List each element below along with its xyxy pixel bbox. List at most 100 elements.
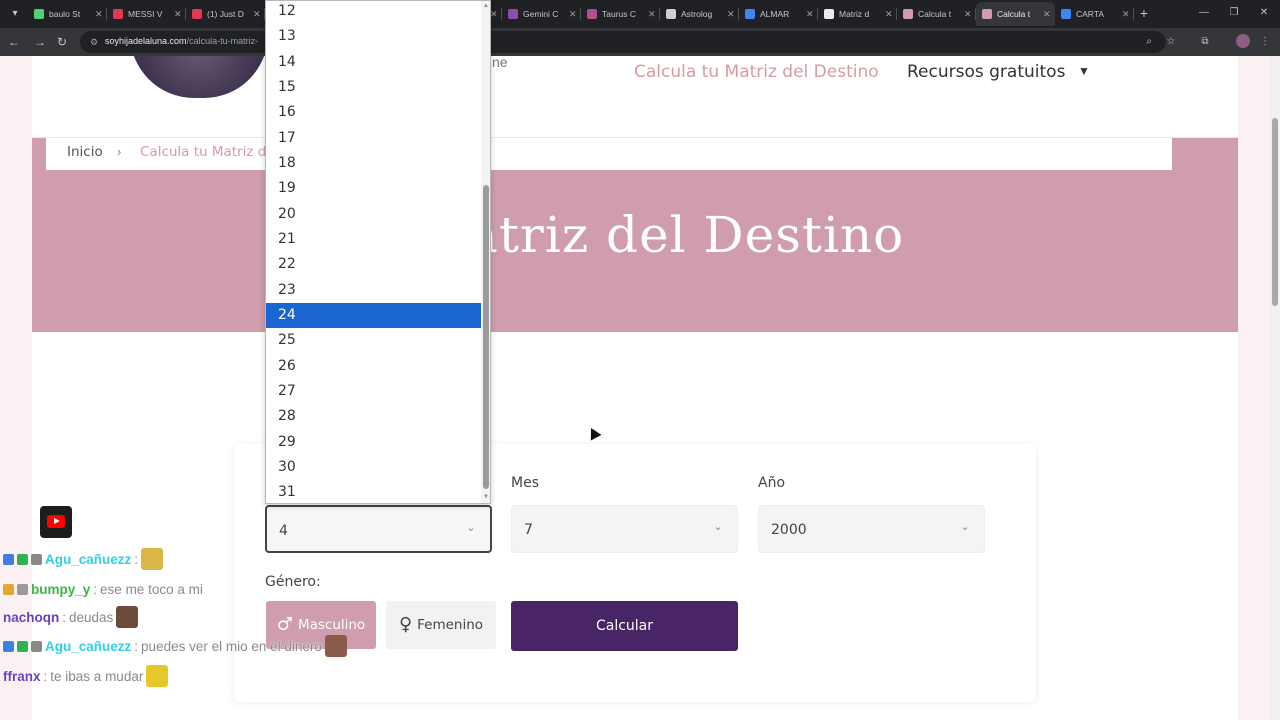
profile-avatar[interactable] xyxy=(1236,34,1250,48)
dia-option[interactable]: 12 xyxy=(266,1,481,24)
dia-option[interactable]: 23 xyxy=(266,278,481,303)
tab-close-icon[interactable]: ✕ xyxy=(727,9,735,20)
calcular-button[interactable]: Calcular xyxy=(511,601,738,651)
mes-select[interactable]: 7 ⌄ xyxy=(511,505,738,553)
dia-option[interactable]: 14 xyxy=(266,50,481,75)
nav-link-matriz[interactable]: Calcula tu Matriz del Destino xyxy=(634,62,879,82)
dia-option[interactable]: 16 xyxy=(266,100,481,125)
chat-username[interactable]: bumpy_y xyxy=(31,582,90,597)
dropdown-scrollbar-thumb[interactable] xyxy=(483,185,489,489)
dia-option[interactable]: 24 xyxy=(266,302,481,329)
youtube-logo-icon xyxy=(40,506,72,538)
tab-favicon-icon xyxy=(903,9,913,19)
chat-message: Agu_cañuezz: puedes ver el mio en el dine… xyxy=(3,635,347,657)
dia-option[interactable]: 15 xyxy=(266,75,481,100)
tab-search-chevron-icon[interactable]: ▾ xyxy=(6,5,24,23)
close-window-icon[interactable]: ✕ xyxy=(1256,5,1272,21)
browser-toolbar: ← → ↻ ⚙ soyhijadelaluna.com/calcula-tu-m… xyxy=(0,28,1280,56)
female-symbol-icon: ♀ xyxy=(398,614,413,635)
dia-option[interactable]: 13 xyxy=(266,24,481,49)
dia-option[interactable]: 25 xyxy=(266,328,481,353)
dropdown-scrollbar[interactable]: ▲ ▼ xyxy=(481,1,490,503)
tab-favicon-icon xyxy=(587,9,597,19)
caret-down-icon[interactable]: ▼ xyxy=(1078,64,1090,78)
nav-link-recursos[interactable]: Recursos gratuitos xyxy=(907,62,1065,82)
tab-close-icon[interactable]: ✕ xyxy=(174,9,182,20)
new-tab-plus-icon[interactable]: + xyxy=(1136,4,1152,22)
tab-title: Astrolog xyxy=(681,9,713,19)
male-symbol-icon: ♂ xyxy=(276,614,293,635)
address-bar[interactable]: ⚙ soyhijadelaluna.com/calcula-tu-matriz-… xyxy=(80,31,1175,53)
tab-close-icon[interactable]: ✕ xyxy=(964,9,972,20)
chat-emote-icon xyxy=(324,635,347,657)
tab-close-icon[interactable]: ✕ xyxy=(253,9,261,20)
chat-username[interactable]: ffranx xyxy=(3,669,41,684)
chat-separator: : xyxy=(93,581,98,597)
tab-close-icon[interactable]: ✕ xyxy=(648,9,656,20)
tab-close-icon[interactable]: ✕ xyxy=(885,9,893,20)
dia-option[interactable]: 20 xyxy=(266,202,481,227)
tab-close-icon[interactable]: ✕ xyxy=(1122,9,1130,20)
browser-tab[interactable]: Matriz d ✕ xyxy=(818,2,897,26)
dia-option[interactable]: 28 xyxy=(266,404,481,429)
browser-tab[interactable]: ALMAR ✕ xyxy=(739,2,818,26)
site-logo[interactable] xyxy=(130,56,268,98)
browser-tab[interactable]: Taurus C ✕ xyxy=(581,2,660,26)
chat-username[interactable]: Agu_cañuezz xyxy=(45,552,131,567)
browser-tab[interactable]: MESSI V ✕ xyxy=(107,2,186,26)
tab-close-icon[interactable]: ✕ xyxy=(95,9,103,20)
browser-tab-bar: ▾ baulo St✕MESSI V✕(1) Just D✕✕✕✕Gemini … xyxy=(0,0,1280,28)
back-arrow-icon[interactable]: ← xyxy=(6,34,22,50)
minimize-icon[interactable]: — xyxy=(1196,5,1212,21)
browser-tab[interactable]: Gemini C ✕ xyxy=(502,2,581,26)
tab-close-icon[interactable]: ✕ xyxy=(1043,9,1051,20)
dia-select[interactable]: 4 ⌄ xyxy=(265,505,492,553)
dia-option[interactable]: 22 xyxy=(266,252,481,277)
dia-option[interactable]: 21 xyxy=(266,227,481,252)
dia-option[interactable]: 19 xyxy=(266,176,481,201)
dia-dropdown-list[interactable]: 12 13 14 15 16 17 18 19 20 21 22 23 24 25 26 27 28 29 30 31… xyxy=(265,0,491,504)
browser-tab[interactable]: baulo St ✕ xyxy=(28,2,107,26)
page-scrollbar[interactable] xyxy=(1270,56,1280,720)
tab-title: Gemini C xyxy=(523,9,559,19)
tab-close-icon[interactable]: ✕ xyxy=(490,9,498,20)
extensions-icon[interactable]: ⧉ xyxy=(1198,35,1212,49)
browser-tab[interactable]: Calcula t ✕ xyxy=(976,2,1055,26)
dia-select-value: 4 xyxy=(279,523,288,539)
breadcrumb-home-link[interactable]: Inicio xyxy=(67,144,103,160)
zoom-icon[interactable]: ⌕ xyxy=(1142,35,1156,49)
dia-option[interactable]: 17 xyxy=(266,126,481,151)
tab-close-icon[interactable]: ✕ xyxy=(806,9,814,20)
dia-option[interactable]: 27 xyxy=(266,379,481,404)
chat-username[interactable]: nachoqn xyxy=(3,610,59,625)
scroll-down-arrow-icon[interactable]: ▼ xyxy=(481,493,490,501)
page-scrollbar-thumb[interactable] xyxy=(1272,118,1278,306)
femenino-button[interactable]: ♀ Femenino xyxy=(386,601,496,649)
browser-menu-icon[interactable]: ⋮ xyxy=(1258,35,1272,49)
browser-tab[interactable]: Calcula t ✕ xyxy=(897,2,976,26)
browser-tab[interactable]: (1) Just D ✕ xyxy=(186,2,265,26)
restore-icon[interactable]: ❐ xyxy=(1226,5,1242,21)
tab-favicon-icon xyxy=(192,9,202,19)
browser-tab[interactable]: CARTA ✕ xyxy=(1055,2,1134,26)
browser-tab[interactable]: Astrolog ✕ xyxy=(660,2,739,26)
page-margin-right xyxy=(1238,56,1270,720)
dia-option[interactable]: 30 xyxy=(266,455,481,480)
reload-icon[interactable]: ↻ xyxy=(54,34,70,50)
dia-option[interactable]: 18 xyxy=(266,151,481,176)
forward-arrow-icon[interactable]: → xyxy=(32,34,48,50)
tab-close-icon[interactable]: ✕ xyxy=(569,9,577,20)
chat-username[interactable]: Agu_cañuezz xyxy=(45,639,131,654)
dia-option[interactable]: 29 xyxy=(266,430,481,455)
dia-option[interactable]: 31 xyxy=(266,480,481,503)
tab-favicon-icon xyxy=(745,9,755,19)
tab-title: Taurus C xyxy=(602,9,637,19)
dia-option[interactable]: 26 xyxy=(266,354,481,379)
ano-select[interactable]: 2000 ⌄ xyxy=(758,505,985,553)
bookmark-star-icon[interactable]: ☆ xyxy=(1164,35,1178,49)
scroll-up-arrow-icon[interactable]: ▲ xyxy=(481,2,490,10)
tab-title: CARTA xyxy=(1076,9,1105,19)
chat-text: te ibas a mudar xyxy=(50,668,144,684)
masculino-label: Masculino xyxy=(297,617,366,633)
site-info-icon[interactable]: ⚙ xyxy=(88,36,100,48)
